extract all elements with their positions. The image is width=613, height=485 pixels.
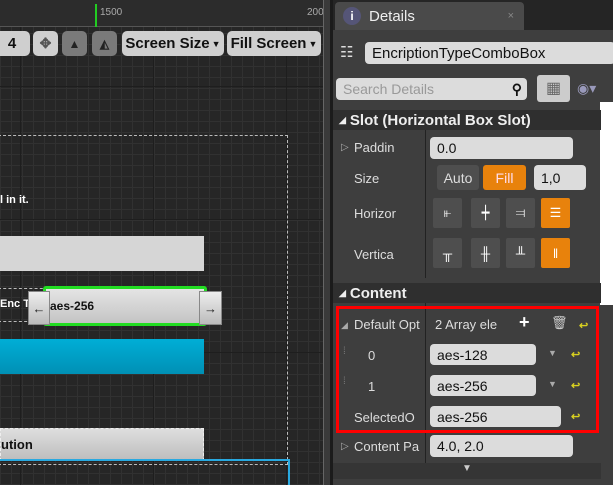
chevron-down-icon: ▼: [211, 38, 221, 49]
tab-title: Details: [369, 7, 415, 25]
selected-container-outline: [0, 459, 290, 485]
padding-label: Paddin: [354, 140, 395, 155]
dpi-scale-button[interactable]: 4: [0, 31, 30, 56]
search-placeholder: Search Details: [343, 81, 435, 97]
align-bottom-icon[interactable]: ╨: [506, 238, 535, 268]
flip-icon[interactable]: ◭: [92, 31, 117, 56]
collapse-icon: ◢: [339, 114, 346, 125]
progress-bar-widget: [0, 339, 204, 374]
arrow-left-icon[interactable]: ←: [28, 291, 50, 325]
background-image-icon[interactable]: ▲: [62, 31, 87, 56]
align-fill-icon[interactable]: ☰: [541, 198, 570, 228]
visibility-eye-icon[interactable]: ◉▾: [577, 80, 596, 97]
align-left-icon[interactable]: ⫦: [433, 198, 462, 228]
expand-icon[interactable]: ▷: [341, 441, 349, 452]
column-divider: [425, 130, 426, 278]
fill-screen-dropdown[interactable]: Fill Screen ▼: [227, 31, 321, 56]
content-padding-label: Content Pa: [354, 439, 420, 454]
section-title: Slot (Horizontal Box Slot): [349, 111, 531, 129]
info-icon: i: [343, 7, 361, 25]
canvas-button-text: ution: [1, 437, 33, 452]
section-slot[interactable]: ◢ Slot (Horizontal Box Slot): [333, 110, 601, 130]
combo-value: aes-256: [50, 299, 95, 313]
align-middle-icon[interactable]: ╫: [471, 238, 500, 268]
search-details-input[interactable]: Search Details ⚲: [336, 78, 527, 100]
size-label: Size: [354, 171, 380, 186]
arrow-right-icon[interactable]: →: [199, 291, 222, 325]
vertical-alignment-label: Vertica: [354, 247, 394, 262]
content-padding-input[interactable]: 4.0, 2.0: [430, 435, 573, 457]
details-body: ☷ EncriptionTypeComboBox Search Details ⚲…: [333, 30, 613, 485]
align-center-icon[interactable]: ┿: [471, 198, 500, 228]
details-panel: i Details × ☷ EncriptionTypeComboBox Sea…: [333, 0, 613, 485]
horizontal-alignment-label: Horizor: [354, 206, 396, 221]
collapse-icon: ◢: [339, 287, 346, 298]
viewport-edge: [323, 0, 330, 485]
hint-text: l in it.: [0, 194, 29, 206]
scrollbar-thumb[interactable]: [600, 102, 613, 305]
size-fill-button[interactable]: Fill: [483, 165, 526, 190]
show-advanced-icon[interactable]: ▼: [333, 463, 601, 479]
screen-size-dropdown[interactable]: Screen Size ▼: [122, 31, 224, 56]
widget-type-icon: ☷: [340, 44, 354, 61]
designer-viewport[interactable]: 1500 200 4 ✥ ▲ ◭ Screen Size ▼ Fill Scree…: [0, 0, 330, 485]
ruler-cursor-marker: [95, 4, 97, 27]
canvas-button-widget[interactable]: ution: [0, 428, 204, 461]
ruler-label: 1500: [100, 7, 123, 18]
encription-type-combobox[interactable]: aes-256: [43, 286, 207, 326]
property-matrix-icon[interactable]: ▦: [537, 75, 570, 102]
widget-name-input[interactable]: EncriptionTypeComboBox: [365, 42, 613, 64]
size-auto-button[interactable]: Auto: [437, 165, 479, 190]
ruler-label: 200: [307, 7, 324, 18]
align-top-icon[interactable]: ╥: [433, 238, 462, 268]
expand-icon[interactable]: ▷: [341, 142, 349, 153]
align-right-icon[interactable]: ⫤: [506, 198, 535, 228]
fit-view-icon[interactable]: ✥: [33, 31, 58, 56]
search-icon: ⚲: [511, 80, 522, 97]
chevron-down-icon: ▼: [308, 38, 318, 49]
text-input-widget[interactable]: [0, 236, 204, 271]
section-content[interactable]: ◢ Content: [333, 283, 601, 303]
fill-screen-label: Fill Screen: [230, 35, 307, 52]
screen-size-label: Screen Size: [125, 35, 210, 52]
section-title: Content: [349, 284, 407, 302]
tab-details[interactable]: i Details ×: [335, 2, 524, 30]
horizontal-ruler: 1500 200: [0, 0, 324, 27]
size-value-input[interactable]: 1,0: [534, 165, 586, 190]
align-vfill-icon[interactable]: ‖: [541, 238, 570, 268]
padding-input[interactable]: 0.0: [430, 137, 573, 159]
close-tab-icon[interactable]: ×: [508, 10, 514, 22]
highlight-box: [336, 306, 599, 433]
